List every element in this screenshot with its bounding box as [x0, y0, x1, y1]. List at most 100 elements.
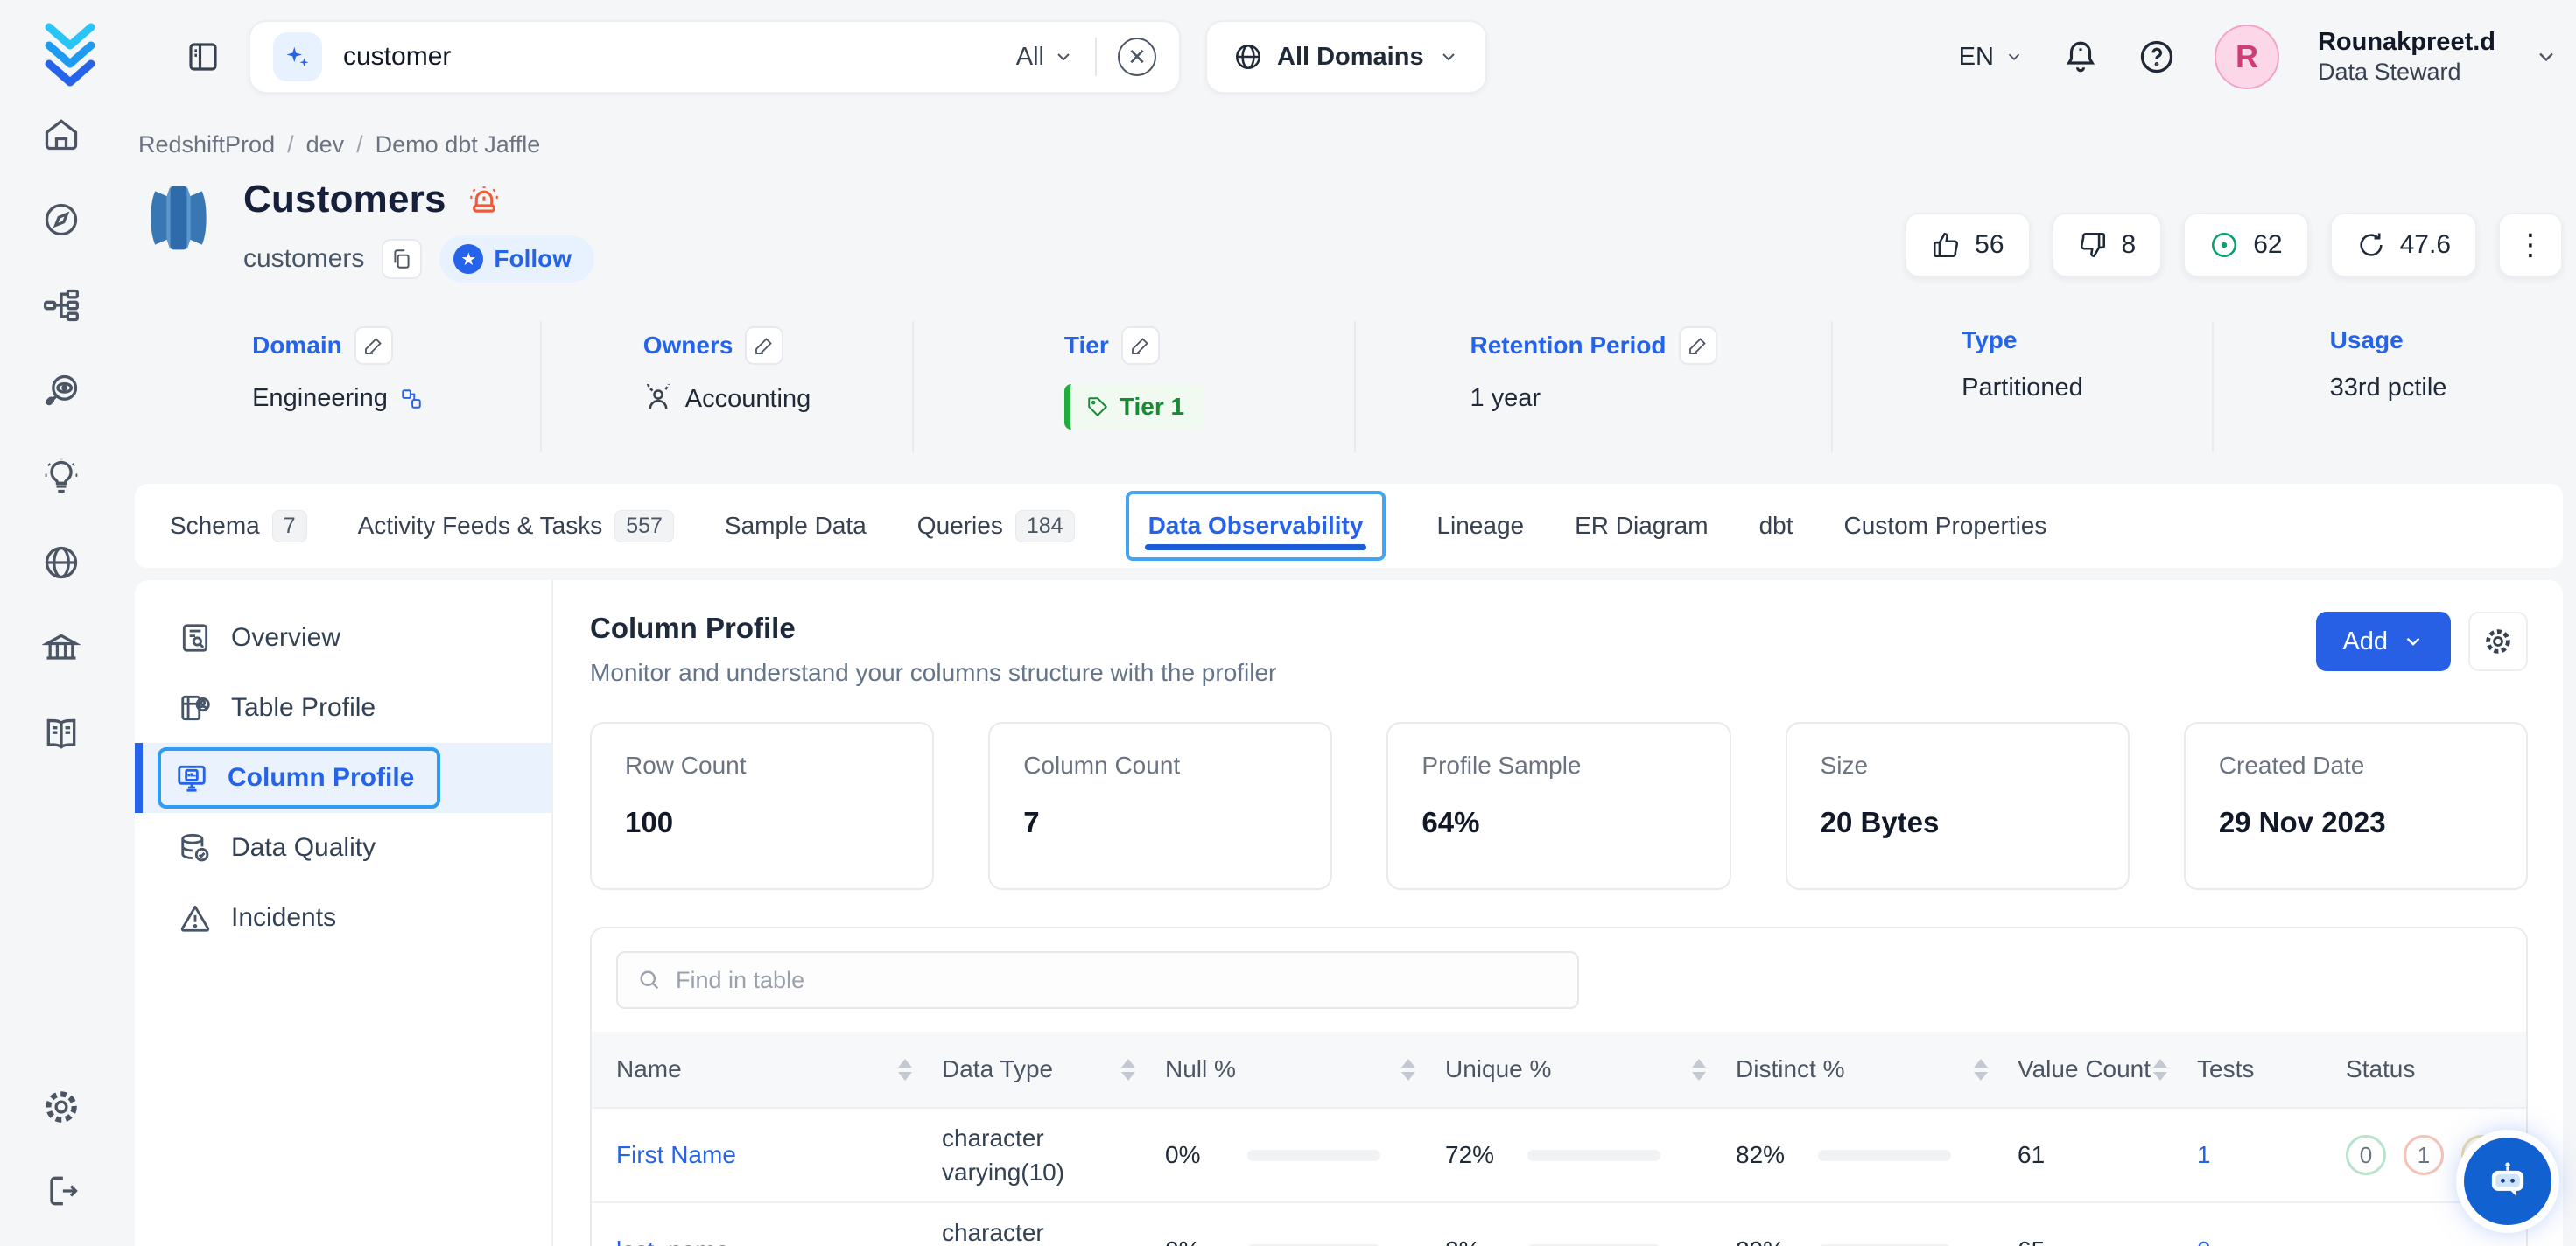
global-search[interactable]: All ✕ [249, 20, 1181, 94]
chevron-down-icon [2004, 47, 2024, 66]
columns-table-card: Name Data Type Null % Unique % Distinct … [590, 927, 2528, 1246]
col-header-distinct-pct[interactable]: Distinct % [1736, 1055, 2018, 1083]
tab-count-badge: 557 [614, 510, 674, 542]
find-in-table[interactable] [616, 951, 1579, 1009]
status-empty: - - [2346, 1236, 2502, 1246]
app-logo-icon[interactable] [39, 19, 102, 93]
tab-data-observability[interactable]: Data Observability [1126, 491, 1386, 561]
copy-icon[interactable] [382, 239, 422, 279]
insights-icon[interactable] [41, 457, 81, 497]
breadcrumb-database[interactable]: dev [306, 131, 345, 158]
col-header-name[interactable]: Name [616, 1055, 942, 1083]
sort-icon [2153, 1059, 2167, 1081]
col-header-null-pct[interactable]: Null % [1165, 1055, 1445, 1083]
upvote-button[interactable]: 56 [1905, 213, 2030, 277]
tests-link[interactable]: 1 [2197, 1141, 2346, 1169]
status-dot-icon [2209, 230, 2239, 260]
database-check-icon [179, 831, 212, 864]
tab-count-badge: 184 [1015, 510, 1075, 542]
tab-dbt[interactable]: dbt [1759, 512, 1793, 540]
tab-lineage[interactable]: Lineage [1436, 512, 1524, 540]
profile-chevron-icon[interactable] [2534, 45, 2558, 69]
observability-icon[interactable] [41, 371, 81, 411]
edit-owners-icon[interactable] [745, 326, 783, 365]
breadcrumb-schema[interactable]: Demo dbt Jaffle [376, 131, 541, 158]
watchers-button[interactable]: 62 [2183, 213, 2308, 277]
sort-icon [898, 1059, 912, 1081]
tab-sample-data[interactable]: Sample Data [725, 512, 867, 540]
subnav-label: Overview [231, 623, 340, 653]
column-name-link[interactable]: last_name [616, 1236, 942, 1246]
chatbot-fab[interactable] [2464, 1138, 2551, 1225]
tab-er-diagram[interactable]: ER Diagram [1575, 512, 1708, 540]
chevron-down-icon [1053, 46, 1074, 67]
col-header-label: Data Type [942, 1055, 1053, 1083]
follow-button[interactable]: ★ Follow [439, 235, 594, 283]
downvote-button[interactable]: 8 [2052, 213, 2163, 277]
avatar[interactable]: R [2215, 24, 2279, 89]
metadata-strip: Domain Engineering [135, 321, 2563, 452]
workflow-icon[interactable] [41, 285, 81, 326]
edit-retention-icon[interactable] [1679, 326, 1717, 365]
home-icon[interactable] [41, 114, 81, 154]
tab-label: Queries [917, 512, 1003, 540]
tier-badge[interactable]: Tier 1 [1064, 384, 1204, 430]
thumbs-down-icon [2078, 230, 2108, 260]
upvote-count: 56 [1975, 230, 2004, 260]
kpi-size: Size 20 Bytes [1786, 722, 2130, 890]
tag-icon [1086, 396, 1109, 418]
add-button[interactable]: Add [2316, 612, 2451, 671]
subnav-item-table-profile[interactable]: Table Profile [135, 673, 551, 743]
profile-settings-gear-icon[interactable] [2468, 612, 2528, 671]
language-dropdown[interactable]: EN [1959, 43, 2024, 72]
column-name-link[interactable]: First Name [616, 1141, 942, 1169]
owners-value[interactable]: Accounting [643, 384, 811, 414]
clear-search-icon[interactable]: ✕ [1118, 38, 1156, 76]
edit-domain-icon[interactable] [354, 326, 393, 365]
observability-content: Overview Table Profile Column Profile [135, 580, 2563, 1246]
domain-value[interactable]: Engineering [252, 384, 423, 413]
meta-type: Type Partitioned [1833, 321, 2214, 452]
tests-link[interactable]: 0 [2197, 1236, 2346, 1246]
search-divider [1095, 38, 1097, 76]
docs-icon[interactable] [41, 714, 81, 754]
meta-tier: Tier Tier 1 [914, 321, 1356, 452]
subnav-item-overview[interactable]: Overview [135, 603, 551, 673]
tab-queries[interactable]: Queries 184 [917, 510, 1075, 542]
search-scope-dropdown[interactable]: All [1016, 43, 1074, 72]
tab-schema[interactable]: Schema 7 [170, 510, 307, 542]
subnav-item-data-quality[interactable]: Data Quality [135, 813, 551, 883]
compass-icon[interactable] [41, 200, 81, 240]
tab-custom-properties[interactable]: Custom Properties [1844, 512, 2047, 540]
governance-icon[interactable] [41, 628, 81, 668]
globe-icon[interactable] [41, 542, 81, 583]
col-header-data-type[interactable]: Data Type [942, 1055, 1165, 1083]
help-icon[interactable] [2137, 38, 2176, 76]
sidebar-toggle-icon[interactable] [182, 36, 224, 78]
column-profile-icon [175, 761, 208, 794]
popularity-button[interactable]: 47.6 [2330, 213, 2477, 277]
popularity-score: 47.6 [2400, 230, 2451, 260]
warning-triangle-icon [179, 901, 212, 934]
logout-icon[interactable] [41, 1171, 81, 1211]
meta-domain: Domain Engineering [135, 321, 542, 452]
null-pct-cell: 0% [1165, 1236, 1445, 1246]
ai-sparkle-icon [273, 32, 322, 81]
subnav-item-incidents[interactable]: Incidents [135, 883, 551, 953]
domains-filter-dropdown[interactable]: All Domains [1205, 20, 1487, 94]
find-in-table-input[interactable] [676, 967, 1558, 994]
meta-usage: Usage 33rd pctile [2214, 321, 2563, 452]
breadcrumb-connection[interactable]: RedshiftProd [138, 131, 275, 158]
subnav-item-column-profile[interactable]: Column Profile [135, 743, 551, 813]
usage-label: Usage [2330, 326, 2404, 354]
search-input[interactable] [343, 42, 995, 72]
col-header-value-count[interactable]: Value Count [2018, 1055, 2197, 1083]
settings-gear-icon[interactable] [41, 1087, 81, 1127]
col-header-unique-pct[interactable]: Unique % [1445, 1055, 1736, 1083]
user-name: Rounakpreet.d [2318, 26, 2495, 58]
add-button-label: Add [2342, 627, 2388, 656]
notifications-bell-icon[interactable] [2062, 38, 2099, 75]
more-actions-kebab-icon[interactable]: ⋮ [2498, 213, 2563, 277]
tab-activity-feeds[interactable]: Activity Feeds & Tasks 557 [358, 510, 674, 542]
edit-tier-icon[interactable] [1121, 326, 1160, 365]
